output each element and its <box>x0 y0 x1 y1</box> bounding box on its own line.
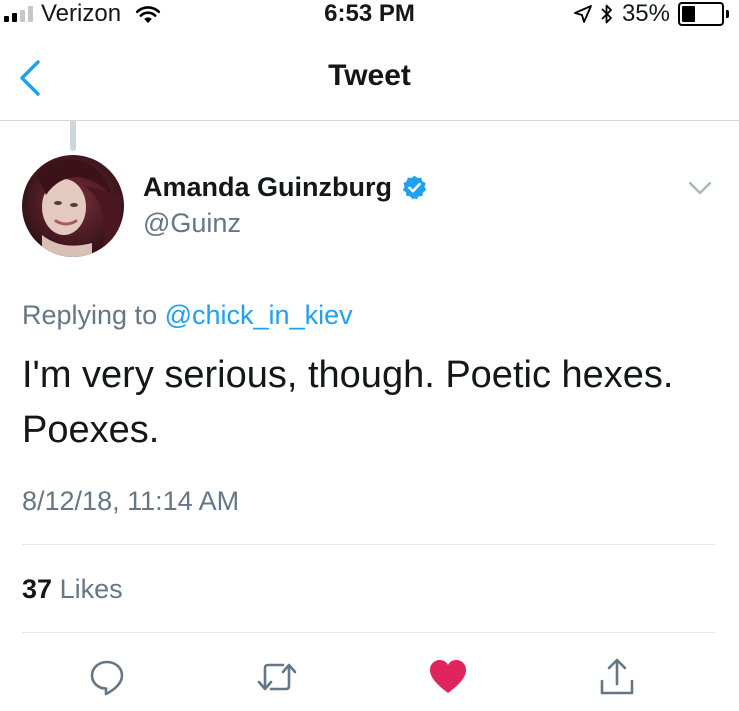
likes-label: Likes <box>59 574 123 604</box>
profile-photo <box>22 155 124 257</box>
battery-icon <box>678 2 729 26</box>
share-button[interactable] <box>590 650 644 704</box>
retweet-button[interactable] <box>250 650 304 704</box>
divider <box>22 632 715 633</box>
author-name: Amanda Guinzburg <box>143 172 392 202</box>
verified-badge-icon <box>402 175 427 199</box>
location-arrow-icon <box>574 5 592 23</box>
avatar[interactable] <box>22 155 124 257</box>
heart-icon <box>430 660 466 693</box>
battery-percent: 35% <box>621 0 670 27</box>
tweet-text: I'm very serious, though. Poetic hexes. … <box>22 354 674 451</box>
reply-prefix: Replying to <box>22 300 158 330</box>
thread-connector-line <box>70 121 76 151</box>
status-bar: Verizon 6:53 PM 35% <box>0 0 739 30</box>
reply-bubble-icon <box>90 660 124 696</box>
divider <box>22 544 715 545</box>
author-handle[interactable]: @Guinz <box>143 206 241 240</box>
reply-context: Replying to @chick_in_kiev <box>22 298 353 332</box>
share-icon <box>600 658 634 695</box>
retweet-icon <box>257 663 297 691</box>
page-title: Tweet <box>328 59 411 92</box>
bluetooth-icon <box>601 4 612 24</box>
author-name-row[interactable]: Amanda Guinzburg <box>143 170 428 204</box>
likes-count[interactable]: 37 Likes <box>22 572 123 606</box>
status-right: 35% <box>574 0 729 28</box>
reply-to-link[interactable]: @chick_in_kiev <box>165 300 353 330</box>
tweet-options-button[interactable] <box>686 178 714 198</box>
reply-button[interactable] <box>80 650 134 704</box>
likes-number: 37 <box>22 574 53 604</box>
chevron-down-icon <box>688 181 712 195</box>
nav-bar: Tweet <box>0 40 739 121</box>
tweet-timestamp: 8/12/18, 11:14 AM <box>22 486 240 516</box>
like-button[interactable] <box>421 650 475 704</box>
